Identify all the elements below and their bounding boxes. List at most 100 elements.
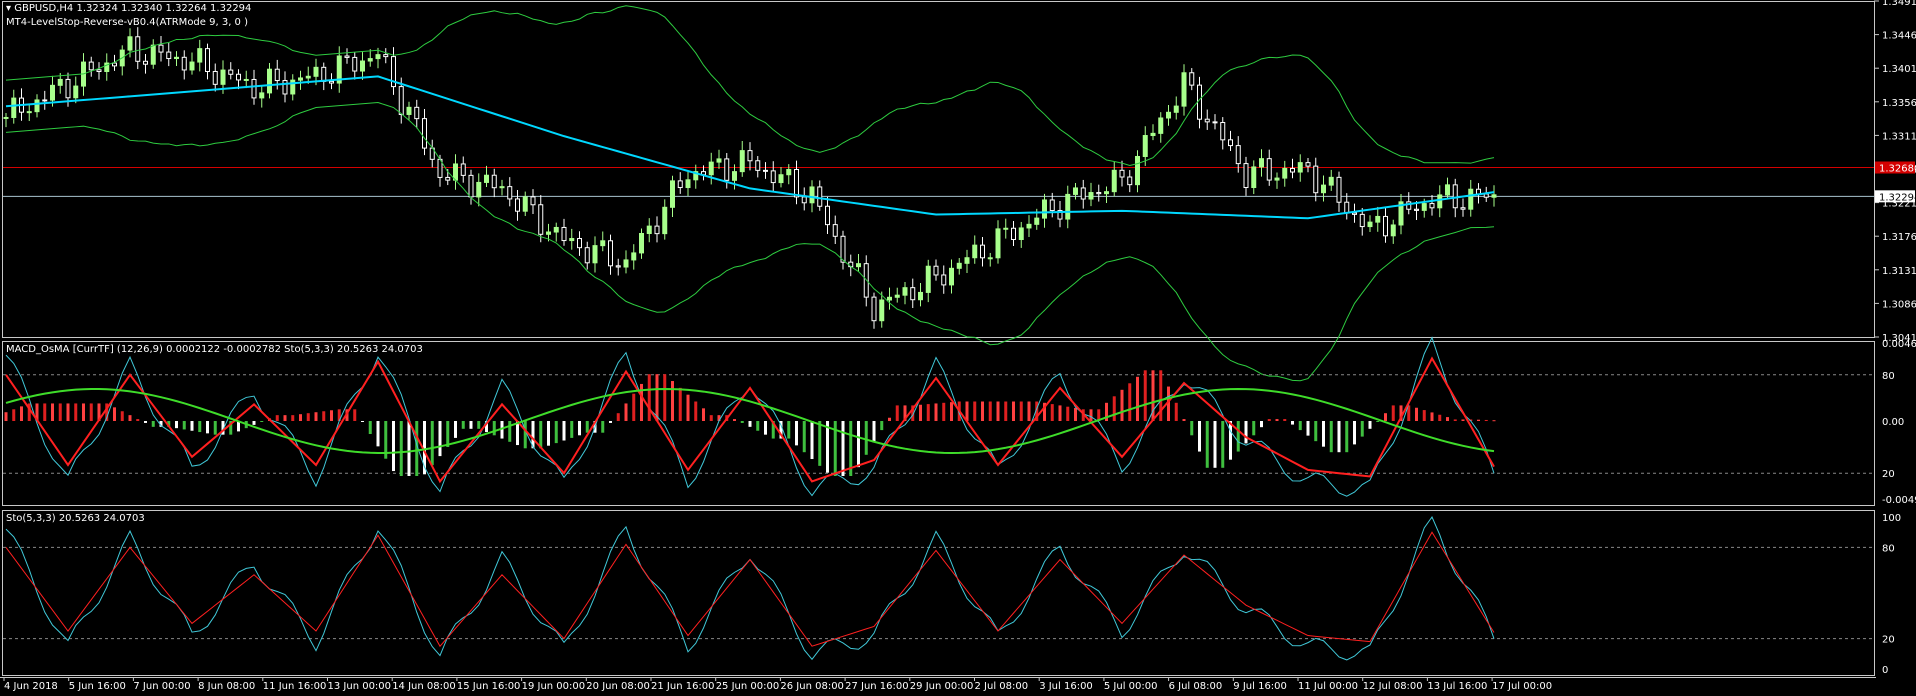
candle-bull <box>406 106 412 115</box>
macd-histogram-bar <box>1143 370 1147 421</box>
price-tick-label: 1.31760 <box>1882 232 1916 243</box>
macd-histogram-bar <box>1128 383 1132 421</box>
candle-bear <box>321 66 327 82</box>
candle-bull <box>1181 72 1187 107</box>
candle-bear <box>212 70 218 85</box>
candle-bear <box>1313 165 1319 194</box>
candle-bull <box>623 259 629 268</box>
candle-bear <box>1096 192 1102 195</box>
candle-bear <box>42 99 48 102</box>
candle-bear <box>941 274 947 286</box>
macd-histogram-bar <box>1004 401 1008 421</box>
macd-histogram-bar <box>1089 409 1093 421</box>
candle-bear <box>770 170 776 184</box>
macd-histogram-bar <box>1019 401 1023 421</box>
macd-histogram-bar <box>1353 421 1356 445</box>
macd-histogram-bar <box>392 421 395 472</box>
macd-histogram-bar <box>461 421 465 429</box>
candle-bull <box>809 186 815 204</box>
macd-histogram-bar <box>1314 421 1318 442</box>
macd-histogram-bar <box>1244 421 1248 444</box>
candle-bull <box>778 174 784 184</box>
macd-histogram-bar <box>438 421 442 457</box>
macd-histogram-bar <box>632 393 636 421</box>
collapse-arrow-icon[interactable]: ▾ <box>6 3 11 14</box>
candle-bull <box>1104 191 1109 195</box>
candle-bear <box>329 80 334 84</box>
candle-bull <box>569 238 575 242</box>
macd-histogram-bar <box>857 421 860 468</box>
macd-histogram-bar <box>446 421 450 447</box>
time-label: 3 Jul 16:00 <box>1039 681 1093 692</box>
macd-histogram-bar <box>407 421 411 476</box>
macd-histogram-bar <box>1267 419 1271 421</box>
macd-histogram-bar <box>709 415 713 421</box>
macd-histogram-bar <box>128 415 132 421</box>
macd-histogram-bar <box>616 413 620 421</box>
macd-histogram-bar <box>1298 421 1302 431</box>
price-tick-label: 1.33110 <box>1882 131 1916 142</box>
macd-histogram-bar <box>1484 419 1488 421</box>
candle-bull <box>1437 194 1443 209</box>
candle-bear <box>88 61 94 71</box>
candle-bull <box>972 244 978 259</box>
candle-bull <box>739 150 745 173</box>
candle-bull <box>716 158 722 163</box>
price-tick-label: 1.30860 <box>1882 299 1916 310</box>
candle-bull <box>34 99 40 113</box>
macd-histogram-bar <box>880 421 884 431</box>
macd-histogram-bar <box>399 421 403 476</box>
candle-bear <box>1197 84 1202 120</box>
macd-histogram-bar <box>1291 421 1294 425</box>
macd-histogram-bar <box>787 421 791 439</box>
macd-histogram-bar <box>82 403 85 421</box>
macd-histogram-bar <box>252 421 256 425</box>
candle-bear <box>608 240 613 267</box>
macd-histogram-bar <box>361 421 364 422</box>
macd-tick-label: -0.004992 <box>1882 495 1916 506</box>
macd-histogram-bar <box>1438 414 1442 421</box>
candle-bear <box>460 163 466 176</box>
candle-bull <box>894 294 900 298</box>
candle-bull <box>1034 217 1040 225</box>
candle-bull <box>1042 199 1047 219</box>
macd-histogram-bar <box>864 421 868 455</box>
candle-bull <box>1111 169 1117 193</box>
macd-stoch-d-line <box>5 356 1495 484</box>
macd-histogram-bar <box>1252 421 1256 436</box>
macd-histogram-bar <box>322 411 326 421</box>
symbol-info[interactable]: ▾ GBPUSD,H4 1.32324 1.32340 1.32264 1.32… <box>6 3 251 14</box>
time-label: 8 Jun 08:00 <box>198 681 255 692</box>
candle-bull <box>1274 177 1280 181</box>
candle-bull <box>662 206 668 235</box>
candle-bull <box>646 225 652 234</box>
macd-histogram-bar <box>888 417 891 421</box>
candle-bear <box>65 78 71 99</box>
candle-bull <box>1166 111 1171 119</box>
macd-histogram-bar <box>182 421 186 430</box>
macd-histogram-bar <box>1221 421 1225 468</box>
candle-bear <box>1127 176 1133 186</box>
macd-histogram-bar <box>926 404 930 421</box>
candle-bull <box>670 180 675 208</box>
macd-histogram-bar <box>1112 396 1116 421</box>
macd-histogram-bar <box>740 421 744 423</box>
candle-bull <box>73 85 79 99</box>
macd-histogram-bar <box>306 413 310 421</box>
candle-bear <box>1483 193 1489 198</box>
macd-histogram-bar <box>655 374 659 421</box>
stoch-tick-label: 80 <box>1882 543 1895 554</box>
candle-bull <box>57 78 63 86</box>
candle-bull <box>1073 187 1078 195</box>
indicator-info: MT4-LevelStop-Reverse-vB0.4(ATRMode 9, 3… <box>6 17 248 28</box>
candle-bear <box>282 80 288 95</box>
time-label: 5 Jul 00:00 <box>1104 681 1158 692</box>
candle-bear <box>747 150 753 162</box>
macd-histogram-bar <box>1391 405 1395 421</box>
candle-bear <box>1243 163 1249 189</box>
macd-histogram-bar <box>275 415 279 421</box>
macd-histogram-bar <box>539 421 543 449</box>
macd-tick-label: 0.004650 <box>1882 339 1916 350</box>
time-label: 6 Jul 08:00 <box>1169 681 1223 692</box>
macd-title: MACD_OsMA [CurrTF] (12,26,9) 0.0002122 -… <box>6 344 423 355</box>
